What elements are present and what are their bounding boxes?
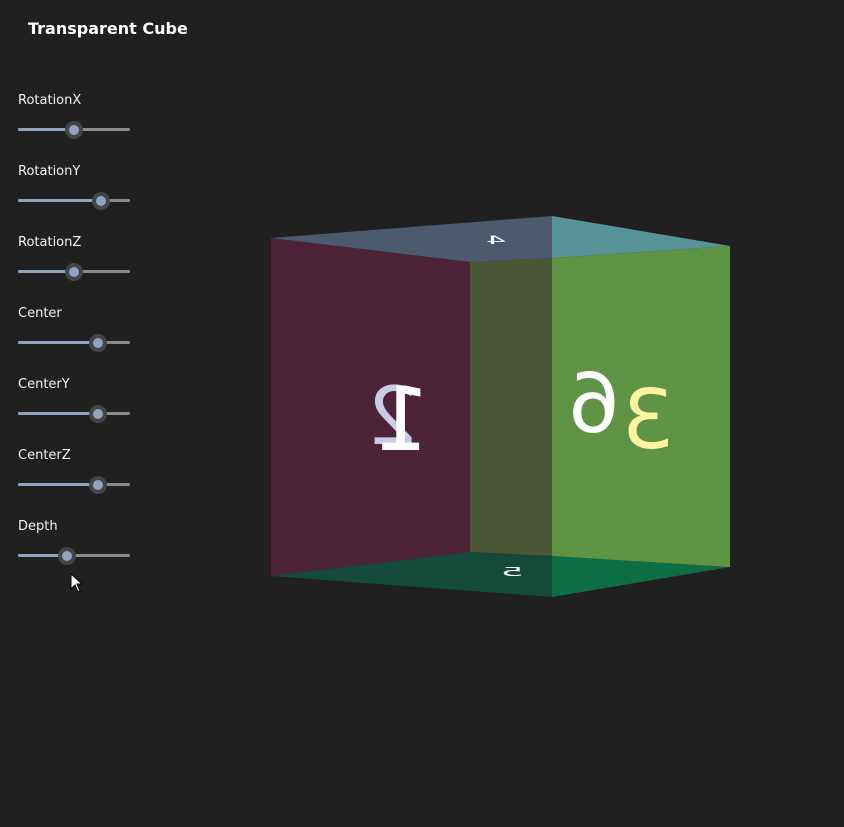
face-label-5: 5 — [501, 565, 524, 579]
face-label-3: 3 — [622, 373, 674, 468]
face-label-4: 4 — [486, 234, 506, 247]
cube-view: 2 1 6 3 4 5 — [271, 216, 730, 597]
mouse-cursor-icon — [70, 573, 84, 593]
cube-face-back — [470, 258, 552, 556]
face-label-6: 6 — [568, 357, 620, 452]
face-label-1: 1 — [374, 368, 430, 471]
